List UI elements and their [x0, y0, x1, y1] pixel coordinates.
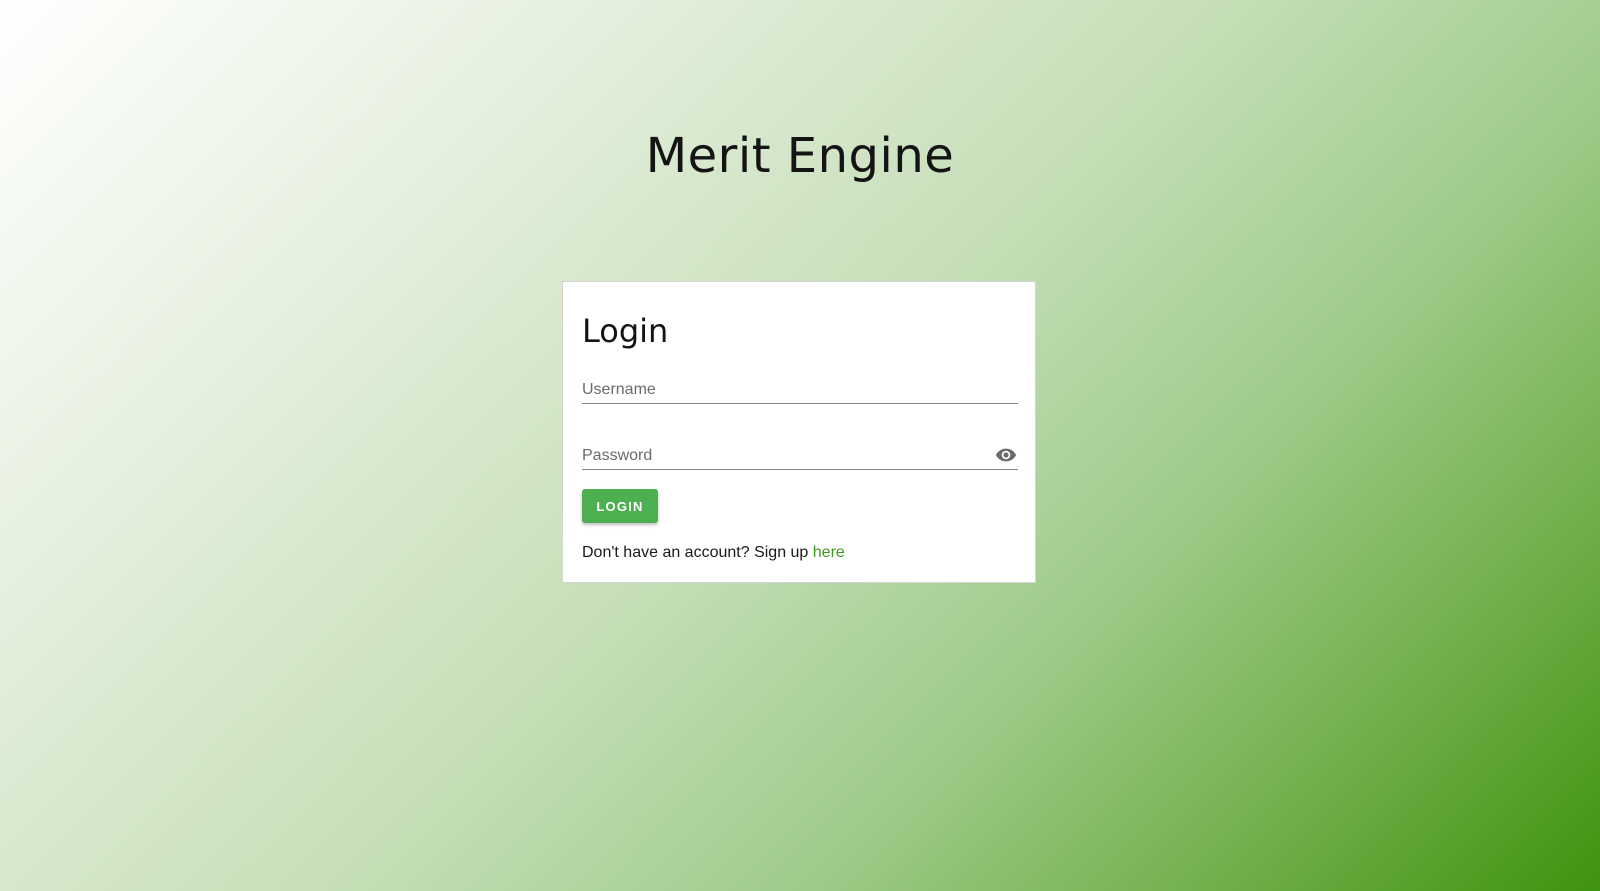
password-input[interactable]: [582, 447, 982, 465]
signup-link[interactable]: here: [813, 544, 845, 561]
signup-prompt-text: Don't have an account? Sign up: [582, 544, 809, 561]
login-card: Login LOGIN Don't have an account? Sign …: [562, 281, 1036, 583]
password-field[interactable]: [582, 437, 1018, 470]
login-button[interactable]: LOGIN: [582, 489, 658, 523]
signup-prompt: Don't have an account? Sign up here: [582, 544, 845, 562]
app-title: Merit Engine: [645, 128, 955, 184]
username-input[interactable]: [582, 381, 982, 399]
username-field[interactable]: [582, 371, 1018, 404]
eye-icon[interactable]: [994, 445, 1018, 465]
login-heading: Login: [582, 312, 669, 350]
